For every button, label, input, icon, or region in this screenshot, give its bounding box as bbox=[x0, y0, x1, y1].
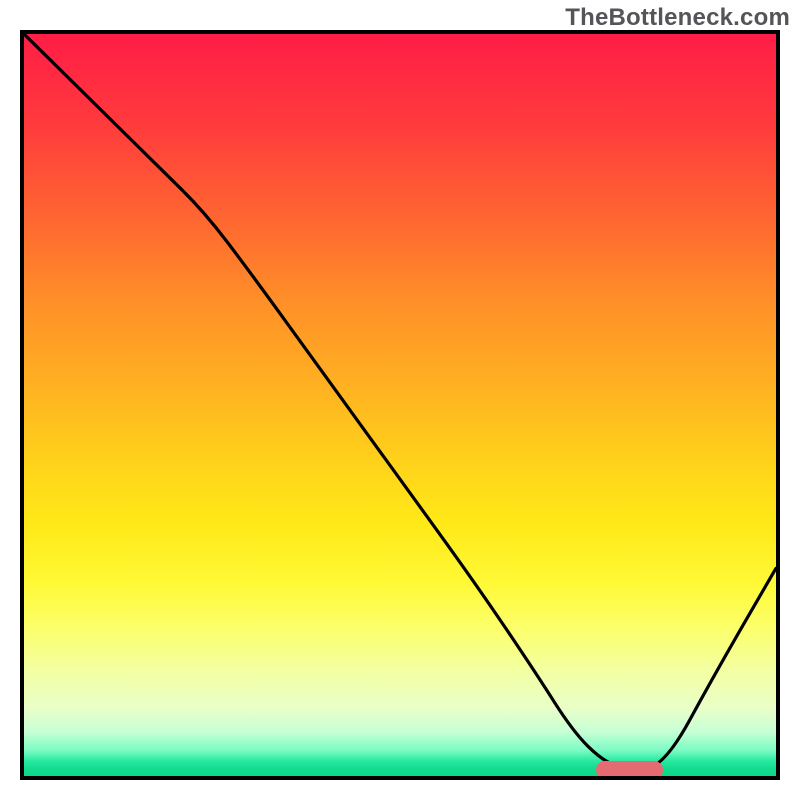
optimal-range-marker bbox=[596, 761, 664, 779]
bottleneck-curve bbox=[24, 34, 776, 776]
chart-frame: TheBottleneck.com bbox=[0, 0, 800, 800]
plot-area bbox=[20, 30, 780, 780]
watermark-text: TheBottleneck.com bbox=[565, 4, 790, 32]
